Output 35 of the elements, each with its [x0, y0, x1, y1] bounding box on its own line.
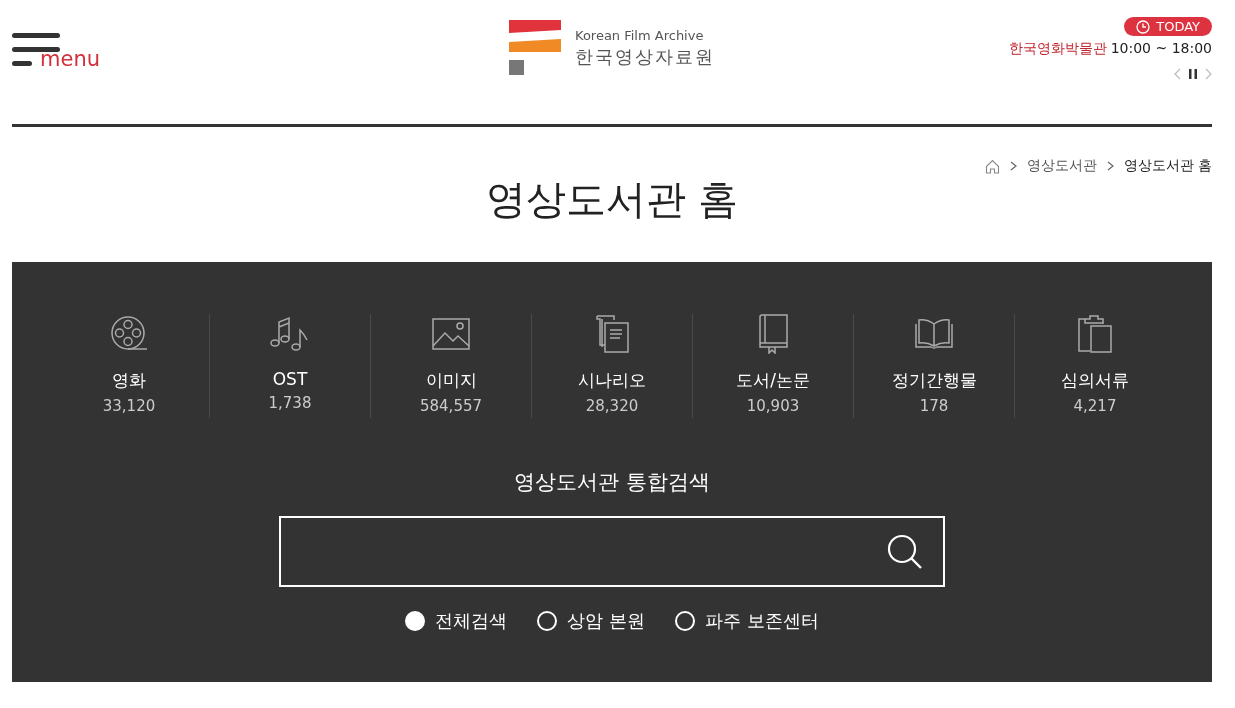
venue-name: 한국영화박물관: [1008, 40, 1107, 58]
music-notes-icon: [270, 314, 310, 354]
radio-button[interactable]: [405, 611, 426, 631]
search-scope-radio[interactable]: 파주 보존센터: [675, 609, 819, 633]
category-link[interactable]: 심의서류 4,217: [1014, 314, 1175, 418]
search-icon[interactable]: [887, 533, 923, 570]
search-field[interactable]: [279, 516, 945, 587]
chevron-icon: [1009, 161, 1017, 171]
category-link[interactable]: 도서/논문 10,903: [692, 314, 853, 418]
radio-button[interactable]: [675, 611, 695, 631]
page-title: 영상도서관 홈: [484, 179, 740, 224]
menu-button[interactable]: menu: [12, 28, 102, 74]
radio-button[interactable]: [537, 611, 558, 631]
search-scope-radio[interactable]: 전체검색: [405, 609, 508, 633]
category-link[interactable]: 정기간행물 178: [853, 314, 1014, 418]
documents-icon: [594, 314, 630, 354]
breadcrumb-link[interactable]: 영상도서관: [1026, 157, 1097, 175]
search-scope-radio[interactable]: 상암 본원: [537, 609, 645, 633]
logo-english-name: Korean Film Archive: [575, 27, 705, 43]
breadcrumb-link[interactable]: 영상도서관 홈: [1123, 157, 1212, 175]
logo-icon: [509, 20, 561, 76]
category-link[interactable]: 이미지 584,557: [370, 314, 531, 418]
logo-korean-name: 한국영상자료원: [575, 44, 715, 69]
clipboard-icon: [1077, 314, 1113, 354]
category-link[interactable]: 시나리오 28,320: [531, 314, 692, 418]
category-link[interactable]: 영화 33,120: [49, 314, 209, 418]
today-badge: TODAY: [1124, 17, 1212, 36]
clock-icon: [1136, 19, 1151, 34]
pause-icon[interactable]: [1189, 69, 1197, 79]
home-icon[interactable]: [984, 158, 1000, 174]
search-title: 영상도서관 통합검색: [514, 469, 710, 496]
chevron-icon: [1106, 161, 1114, 171]
book-icon: [757, 314, 789, 354]
opening-hours: 10:00 ~ 18:00: [1110, 40, 1212, 58]
category-link[interactable]: OST 1,738: [209, 314, 370, 418]
